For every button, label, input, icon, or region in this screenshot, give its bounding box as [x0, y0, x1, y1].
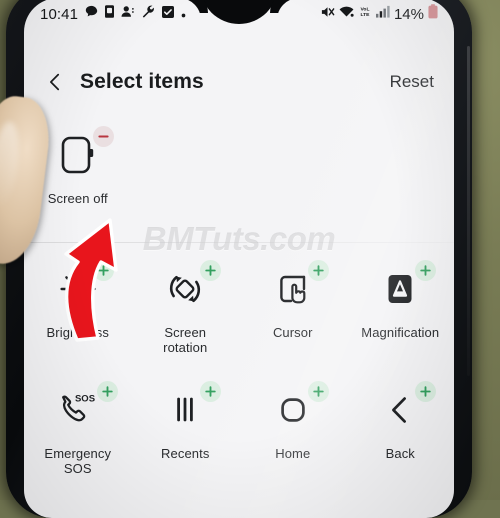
- sim-card-icon: [105, 5, 115, 23]
- item-screen-rotation[interactable]: Screen rotation: [132, 250, 240, 355]
- screen-rotation-icon: [170, 275, 201, 303]
- add-badge[interactable]: [96, 381, 118, 402]
- empty-slot: [239, 116, 347, 206]
- page-title: Select items: [80, 70, 204, 93]
- chevron-left-icon[interactable]: [44, 71, 66, 93]
- icon-wrap: [368, 381, 437, 437]
- add-badge[interactable]: [200, 260, 222, 281]
- section-divider: [24, 242, 454, 243]
- add-badge[interactable]: [307, 260, 329, 281]
- reset-button[interactable]: Reset: [390, 72, 434, 92]
- emergency-sos-icon: SOS: [61, 394, 95, 422]
- grid-row-1: Brightness Screen rotation Cursor Magnif…: [24, 250, 454, 355]
- checkbox-icon: [162, 5, 175, 23]
- svg-text:VoL: VoL: [360, 7, 369, 13]
- wrench-icon: [142, 5, 155, 23]
- icon-wrap: [153, 381, 222, 437]
- home-icon: [281, 398, 305, 422]
- brightness-icon: [60, 271, 96, 307]
- item-magnification[interactable]: Magnification: [347, 250, 455, 355]
- status-time: 10:41: [40, 5, 79, 23]
- status-bar-right: VoL LTE 14%: [320, 4, 438, 24]
- add-badge[interactable]: [415, 381, 437, 402]
- add-badge[interactable]: [92, 260, 114, 281]
- svg-text:SOS: SOS: [75, 394, 95, 405]
- item-label: Magnification: [361, 325, 440, 340]
- item-label: Emergency SOS: [44, 446, 112, 476]
- item-label: Screen off: [47, 191, 108, 206]
- available-items-grid: Brightness Screen rotation Cursor Magnif…: [24, 250, 454, 518]
- recents-icon: [177, 397, 194, 422]
- item-label: Screen rotation: [163, 325, 208, 355]
- magnification-icon: [388, 275, 412, 303]
- grid-row-2: SOS Emergency SOS Recents Home Back: [24, 371, 454, 476]
- icon-wrap: [368, 260, 437, 316]
- phone-screen: 10:41 VoL LTE 14% Select items Reset Scr…: [24, 0, 454, 518]
- item-label: Recents: [161, 446, 210, 461]
- selected-items-row: Screen off: [24, 116, 454, 206]
- item-emergency-sos[interactable]: SOS Emergency SOS: [24, 371, 132, 476]
- item-cursor[interactable]: Cursor: [239, 250, 347, 355]
- cursor-icon: [279, 275, 306, 304]
- add-badge[interactable]: [307, 381, 329, 402]
- icon-wrap: [261, 260, 329, 316]
- signal-bars-icon: [375, 5, 390, 23]
- volte-icon: VoL LTE: [358, 5, 372, 23]
- empty-slot: [132, 116, 240, 206]
- mute-icon: [320, 5, 335, 24]
- item-label: Back: [385, 446, 415, 461]
- battery-percent: 14%: [393, 5, 424, 23]
- phone-device: 10:41 VoL LTE 14% Select items Reset Scr…: [6, 0, 472, 518]
- contact-icon: [121, 5, 135, 23]
- selected-items-zone: Screen off: [24, 116, 454, 238]
- item-label: Cursor: [272, 325, 313, 340]
- item-label: Brightness: [46, 325, 109, 340]
- app-header: Select items Reset: [24, 56, 454, 108]
- add-badge[interactable]: [415, 260, 437, 281]
- icon-wrap: [261, 381, 329, 437]
- item-recents[interactable]: Recents: [132, 371, 240, 476]
- add-badge[interactable]: [200, 381, 222, 402]
- item-home[interactable]: Home: [239, 371, 347, 476]
- empty-slot: [347, 116, 455, 206]
- icon-wrap: SOS: [46, 381, 118, 437]
- item-brightness[interactable]: Brightness: [24, 250, 132, 355]
- icon-wrap: [46, 260, 114, 316]
- message-icon: [85, 5, 98, 23]
- battery-icon: [428, 4, 438, 24]
- icon-wrap: [46, 126, 114, 182]
- wifi-icon: [339, 5, 354, 23]
- remove-badge[interactable]: [92, 126, 114, 147]
- status-bar-left: 10:41: [40, 5, 186, 23]
- item-back[interactable]: Back: [347, 371, 455, 476]
- svg-text:LTE: LTE: [360, 12, 370, 18]
- item-label: Home: [275, 446, 311, 461]
- icon-wrap: [153, 260, 222, 316]
- back-icon: [392, 397, 407, 423]
- screen-off-icon: [61, 136, 93, 174]
